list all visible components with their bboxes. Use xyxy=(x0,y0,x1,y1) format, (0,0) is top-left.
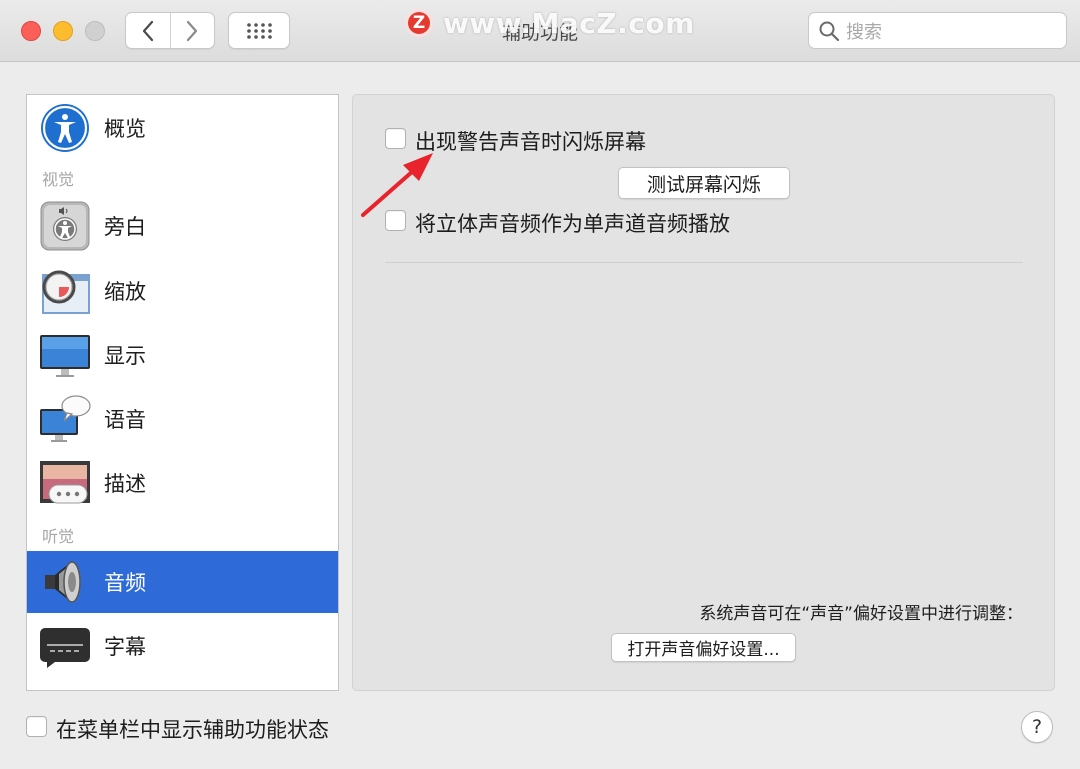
audio-settings-panel: 出现警告声音时闪烁屏幕 测试屏幕闪烁 将立体声音频作为单声道音频播放 系统声音可… xyxy=(352,94,1055,691)
section-header-hearing: 听觉 xyxy=(42,527,75,546)
open-sound-preferences-button[interactable]: 打开声音偏好设置... xyxy=(611,633,796,662)
chevron-right-icon xyxy=(187,20,198,41)
zoom-icon xyxy=(42,270,90,314)
sidebar-item-label: 描述 xyxy=(104,472,146,496)
zoom-window-button[interactable] xyxy=(85,21,105,41)
sidebar-item-label: 缩放 xyxy=(104,280,146,304)
watermark-text: www.MacZ.com xyxy=(443,6,695,40)
sidebar-item-overview[interactable]: 概览 xyxy=(27,97,338,159)
descriptions-icon xyxy=(40,461,90,504)
sidebar-item-captions[interactable]: 字幕 xyxy=(27,615,338,677)
search-field[interactable]: 搜索 xyxy=(808,12,1067,49)
speech-icon xyxy=(40,395,91,442)
sidebar-item-label: 旁白 xyxy=(104,215,146,239)
watermark: Z www.MacZ.com xyxy=(405,6,695,40)
minimize-window-button[interactable] xyxy=(53,21,73,41)
search-icon xyxy=(819,21,840,41)
section-header-vision: 视觉 xyxy=(42,170,75,189)
show-in-menu-bar-label[interactable]: 在菜单栏中显示辅助功能状态 xyxy=(56,714,329,744)
sidebar-item-label: 显示 xyxy=(104,344,146,368)
accessibility-overview-icon xyxy=(41,104,89,152)
sidebar-item-label: 音频 xyxy=(104,571,146,595)
annotation-arrow-icon xyxy=(361,153,433,217)
audio-speaker-icon xyxy=(45,561,81,603)
title-bar: 辅助功能 Z www.MacZ.com 搜索 xyxy=(0,0,1080,62)
show-all-button[interactable] xyxy=(228,12,290,49)
sidebar-item-display[interactable]: 显示 xyxy=(27,324,338,386)
voiceover-icon xyxy=(40,201,90,251)
test-screen-flash-button[interactable]: 测试屏幕闪烁 xyxy=(618,167,790,199)
sidebar-item-label: 概览 xyxy=(104,117,146,141)
sidebar[interactable]: 概览 视觉 旁白 缩放 显示 语音 描述 听觉 音频 字幕 xyxy=(26,94,339,691)
sidebar-item-speech[interactable]: 语音 xyxy=(27,388,338,450)
help-button[interactable]: ? xyxy=(1021,711,1053,743)
flash-screen-label[interactable]: 出现警告声音时闪烁屏幕 xyxy=(415,126,646,156)
chevron-left-icon xyxy=(142,20,153,41)
grid-icon xyxy=(247,22,272,39)
display-icon xyxy=(40,335,90,377)
watermark-logo: Z xyxy=(405,9,433,37)
sidebar-item-descriptions[interactable]: 描述 xyxy=(27,452,338,514)
divider xyxy=(385,262,1023,263)
back-forward-group xyxy=(125,12,215,49)
show-in-menu-bar-checkbox[interactable] xyxy=(26,716,47,737)
sidebar-item-audio[interactable]: 音频 xyxy=(27,551,338,613)
captions-icon xyxy=(40,628,90,668)
sidebar-item-label: 语音 xyxy=(104,408,146,432)
mono-audio-label[interactable]: 将立体声音频作为单声道音频播放 xyxy=(415,208,730,238)
forward-button[interactable] xyxy=(169,13,215,48)
search-placeholder: 搜索 xyxy=(846,21,882,43)
sidebar-item-label: 字幕 xyxy=(104,635,146,659)
close-window-button[interactable] xyxy=(21,21,41,41)
sidebar-item-zoom[interactable]: 缩放 xyxy=(27,260,338,322)
back-button[interactable] xyxy=(126,13,170,48)
sound-preferences-note: 系统声音可在“声音”偏好设置中进行调整： xyxy=(699,604,1023,624)
sidebar-item-voiceover[interactable]: 旁白 xyxy=(27,195,338,257)
